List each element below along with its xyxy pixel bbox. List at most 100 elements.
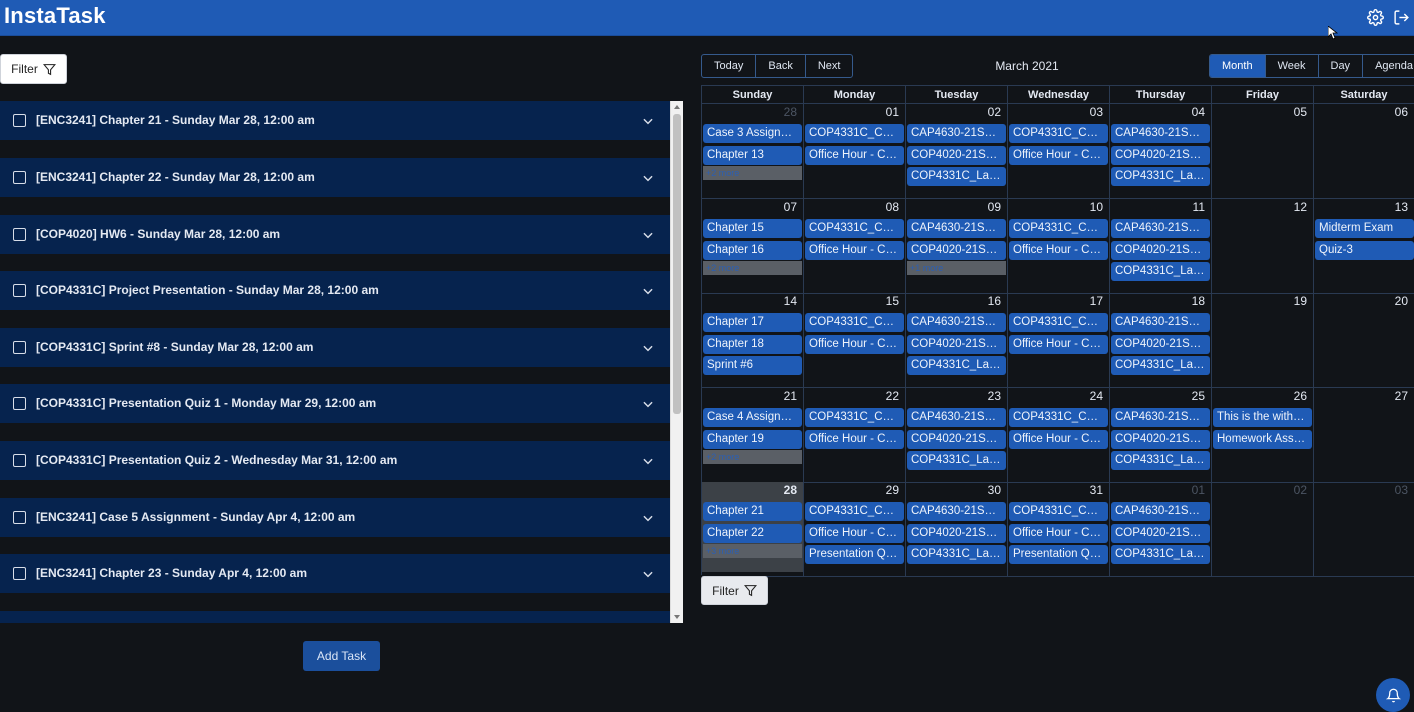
day-cell[interactable]: 17 COP4331C_C… Office Hour - C… [1008, 293, 1110, 388]
calendar-event[interactable]: CAP4630-21S… [1111, 124, 1210, 143]
chevron-down-icon[interactable] [641, 341, 655, 355]
day-cell[interactable]: 03 [1314, 482, 1414, 577]
task-row[interactable]: [ENC3241] Chapter 23 - Sunday Apr 4, 12:… [0, 554, 670, 593]
calendar-event[interactable]: Office Hour - C… [805, 146, 904, 165]
day-cell[interactable]: 02 [1212, 482, 1314, 577]
day-cell[interactable]: 14 Chapter 17 Chapter 18 Sprint #6 [702, 293, 804, 388]
show-more-link[interactable]: +2 more [703, 450, 802, 464]
calendar-event[interactable]: Office Hour - C… [805, 524, 904, 543]
day-number[interactable]: 20 [1395, 294, 1408, 308]
calendar-event[interactable]: Presentation Q… [805, 545, 904, 564]
day-number[interactable]: 30 [988, 483, 1001, 497]
calendar-event[interactable]: Chapter 18 [703, 335, 802, 354]
day-number[interactable]: 01 [886, 105, 899, 119]
calendar-event[interactable]: COP4020-21S… [1111, 430, 1210, 449]
show-more-link[interactable]: +3 more [703, 544, 802, 558]
calendar-event[interactable]: Homework Ass… [1213, 430, 1312, 449]
day-cell[interactable]: 04 CAP4630-21S… COP4020-21S… COP4331C_La… [1110, 104, 1212, 199]
day-number[interactable]: 04 [1192, 105, 1205, 119]
task-checkbox[interactable] [13, 228, 26, 241]
day-number[interactable]: 24 [1090, 389, 1103, 403]
day-view-button[interactable]: Day [1319, 55, 1364, 77]
calendar-event[interactable]: COP4331C_C… [805, 408, 904, 427]
calendar-event[interactable]: Office Hour - C… [1009, 524, 1108, 543]
calendar-event[interactable]: Office Hour - C… [1009, 335, 1108, 354]
day-number[interactable]: 12 [1294, 200, 1307, 214]
logout-icon[interactable] [1391, 7, 1411, 27]
day-cell[interactable]: 30 CAP4630-21S… COP4020-21S… COP4331C_La… [906, 482, 1008, 577]
task-row[interactable] [0, 611, 670, 623]
calendar-event[interactable]: COP4331C_C… [805, 219, 904, 238]
day-cell[interactable]: 21 Case 4 Assign… Chapter 19 +2 more [702, 388, 804, 483]
day-cell[interactable]: 16 CAP4630-21S… COP4020-21S… COP4331C_La… [906, 293, 1008, 388]
chevron-down-icon[interactable] [641, 454, 655, 468]
week-view-button[interactable]: Week [1266, 55, 1319, 77]
task-list-scrollbar[interactable] [670, 101, 683, 623]
day-cell[interactable]: 12 [1212, 199, 1314, 294]
day-cell[interactable]: 13 Midterm Exam Quiz-3 [1314, 199, 1414, 294]
agenda-view-button[interactable]: Agenda [1363, 55, 1414, 77]
task-row[interactable]: [COP4331C] Sprint #8 - Sunday Mar 28, 12… [0, 328, 670, 367]
calendar-event[interactable]: Office Hour - C… [805, 241, 904, 260]
calendar-event[interactable]: COP4331C_C… [1009, 124, 1108, 143]
day-number[interactable]: 11 [1193, 200, 1205, 214]
task-row[interactable]: [ENC3241] Chapter 22 - Sunday Mar 28, 12… [0, 158, 670, 197]
chevron-down-icon[interactable] [641, 228, 655, 242]
day-cell[interactable]: 02 CAP4630-21S… COP4020-21S… COP4331C_La… [906, 104, 1008, 199]
calendar-event[interactable]: Case 4 Assign… [703, 408, 802, 427]
day-number[interactable]: 22 [886, 389, 899, 403]
day-cell[interactable]: 19 [1212, 293, 1314, 388]
calendar-event[interactable]: COP4331C_C… [1009, 408, 1108, 427]
task-row[interactable]: [COP4331C] Project Presentation - Sunday… [0, 271, 670, 310]
day-number[interactable]: 07 [784, 200, 797, 214]
calendar-event[interactable]: COP4020-21S… [1111, 146, 1210, 165]
calendar-event[interactable]: COP4331C_La… [907, 167, 1006, 186]
calendar-event[interactable]: CAP4630-21S… [907, 219, 1006, 238]
calendar-event[interactable]: Office Hour - C… [1009, 146, 1108, 165]
day-number[interactable]: 21 [784, 389, 797, 403]
scroll-up-arrow-icon[interactable] [674, 105, 680, 109]
calendar-event[interactable]: Case 3 Assign… [703, 124, 802, 143]
day-cell[interactable]: 01 CAP4630-21S… COP4020-21S… COP4331C_La… [1110, 482, 1212, 577]
show-more-link[interactable]: +1 more [907, 261, 1006, 275]
day-cell[interactable]: 28 Case 3 Assign… Chapter 13 +2 more [702, 104, 804, 199]
day-number[interactable]: 23 [988, 389, 1001, 403]
calendar-filter-button[interactable]: Filter [701, 576, 768, 605]
task-checkbox[interactable] [13, 341, 26, 354]
task-row[interactable]: [COP4331C] Presentation Quiz 2 - Wednesd… [0, 441, 670, 480]
task-checkbox[interactable] [13, 454, 26, 467]
task-filter-button[interactable]: Filter [0, 54, 67, 84]
scroll-thumb[interactable] [673, 114, 681, 414]
calendar-event[interactable]: COP4331C_La… [1111, 451, 1210, 470]
calendar-event[interactable]: Office Hour - C… [805, 430, 904, 449]
calendar-event[interactable]: COP4020-21S… [907, 241, 1006, 260]
day-number[interactable]: 02 [1294, 483, 1307, 497]
calendar-event[interactable]: COP4020-21S… [907, 524, 1006, 543]
day-number[interactable]: 03 [1395, 483, 1408, 497]
day-cell[interactable]: 31 COP4331C_C… Office Hour - C… Presentatio… [1008, 482, 1110, 577]
day-cell[interactable]: 11 CAP4630-21S… COP4020-21S… COP4331C_La… [1110, 199, 1212, 294]
show-more-link[interactable]: +2 more [703, 261, 802, 275]
calendar-event[interactable]: COP4331C_La… [1111, 262, 1210, 281]
calendar-event[interactable]: Chapter 17 [703, 313, 802, 332]
task-checkbox[interactable] [13, 511, 26, 524]
day-number[interactable]: 18 [1192, 294, 1205, 308]
task-checkbox[interactable] [13, 114, 26, 127]
day-cell[interactable]: 03 COP4331C_C… Office Hour - C… [1008, 104, 1110, 199]
calendar-event[interactable]: COP4331C_La… [1111, 356, 1210, 375]
gear-icon[interactable] [1365, 7, 1385, 27]
calendar-event[interactable]: COP4331C_La… [1111, 545, 1210, 564]
day-cell[interactable]: 28 Chapter 21 Chapter 22 +3 more [702, 482, 804, 577]
task-row[interactable]: [ENC3241] Case 5 Assignment - Sunday Apr… [0, 498, 670, 537]
task-checkbox[interactable] [13, 284, 26, 297]
calendar-event[interactable]: COP4020-21S… [907, 430, 1006, 449]
day-number[interactable]: 31 [1090, 483, 1103, 497]
calendar-event[interactable]: COP4331C_La… [907, 451, 1006, 470]
day-cell[interactable]: 08 COP4331C_C… Office Hour - C… [804, 199, 906, 294]
calendar-event[interactable]: COP4331C_La… [907, 356, 1006, 375]
calendar-event[interactable]: Chapter 21 [703, 502, 802, 521]
calendar-event[interactable]: CAP4630-21S… [907, 502, 1006, 521]
day-cell[interactable]: 22 COP4331C_C… Office Hour - C… [804, 388, 906, 483]
scroll-down-arrow-icon[interactable] [674, 615, 680, 619]
calendar-event[interactable]: Office Hour - C… [805, 335, 904, 354]
